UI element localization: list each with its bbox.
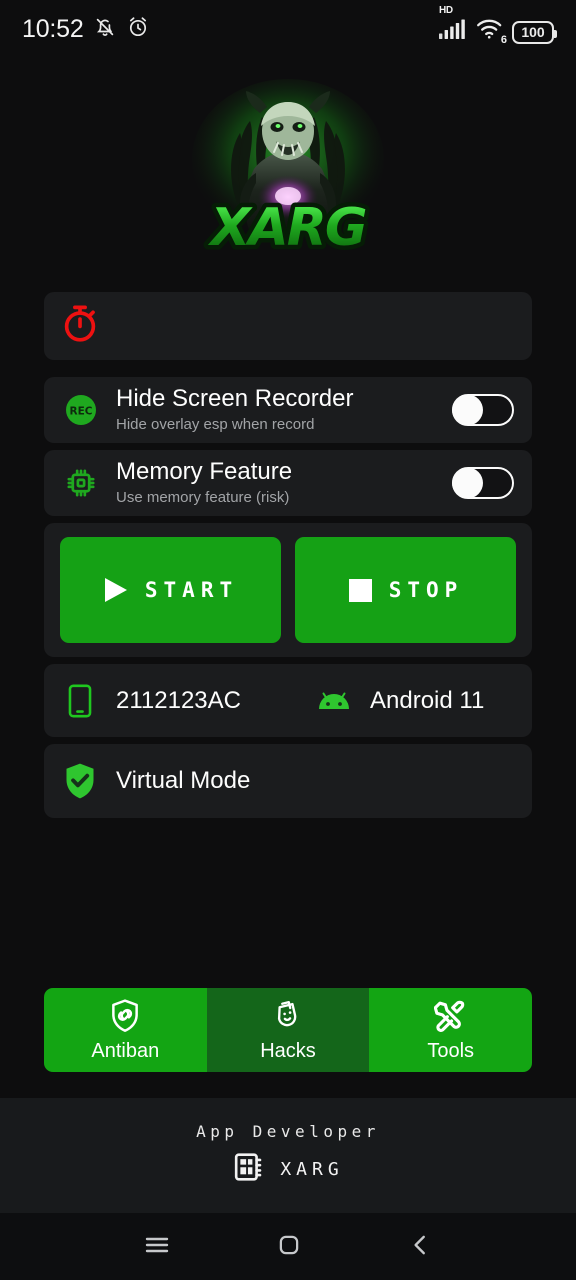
status-bar: 10:52 HD 6 100	[0, 0, 576, 58]
row-subtitle: Use memory feature (risk)	[116, 488, 290, 506]
developer-credit: XARG	[232, 1150, 343, 1189]
bottom-tab-bar: Antiban Hacks Tools	[44, 988, 532, 1072]
bell-muted-icon	[93, 15, 117, 44]
stop-square-icon	[348, 578, 373, 603]
status-bar-right: HD 6 100	[439, 5, 557, 46]
hide-screen-recorder-row[interactable]: REC Hide Screen Recorder Hide overlay es…	[44, 377, 532, 443]
action-buttons-card: START STOP	[44, 523, 532, 657]
device-os-cell: Android 11	[314, 687, 484, 715]
toggle-knob	[452, 394, 483, 426]
battery-percent-label: 100	[521, 24, 545, 40]
tab-tools[interactable]: Tools	[369, 988, 532, 1072]
play-icon	[103, 576, 129, 604]
tab-antiban[interactable]: Antiban	[44, 988, 207, 1072]
shield-link-icon	[108, 998, 142, 1037]
svg-text:XARG: XARG	[207, 198, 365, 258]
app-screen: 10:52 HD 6 100 XARG XARG REC Hide Screen…	[0, 0, 576, 1280]
row-title: Memory Feature	[116, 457, 293, 485]
device-model-cell: 2112123AC	[60, 683, 314, 719]
rounded-square-icon	[274, 1230, 304, 1263]
home-button[interactable]	[266, 1222, 312, 1271]
svg-text:REC: REC	[70, 406, 93, 418]
virtual-mode-label: Virtual Mode	[116, 767, 251, 794]
toggle-knob	[452, 467, 483, 499]
timer-card	[44, 292, 532, 360]
start-button-label: START	[144, 577, 239, 602]
back-button[interactable]	[397, 1222, 443, 1271]
alarm-clock-icon	[126, 15, 150, 44]
start-button[interactable]: START	[60, 537, 281, 643]
wifi-generation-label: 6	[500, 33, 507, 46]
android-nav-bar	[0, 1213, 576, 1280]
stopwatch-icon	[58, 302, 102, 351]
memory-feature-toggle[interactable]	[452, 467, 514, 499]
footer: App Developer XARG	[0, 1098, 576, 1213]
device-info-card: 2112123AC Android 11	[44, 664, 532, 737]
hamburger-icon	[141, 1229, 173, 1264]
developer-name: XARG	[280, 1159, 344, 1180]
xarg-monster-logo-icon: XARG XARG	[188, 77, 388, 263]
hide-screen-recorder-toggle[interactable]	[452, 394, 514, 426]
wifi-icon: 6	[476, 18, 507, 46]
shield-check-icon	[60, 761, 100, 801]
wrench-screwdriver-icon	[433, 998, 468, 1037]
tab-label: Antiban	[91, 1040, 160, 1062]
tab-label: Hacks	[260, 1040, 316, 1062]
status-clock: 10:52	[22, 14, 84, 43]
stop-button-label: STOP	[388, 577, 464, 602]
row-title: Hide Screen Recorder	[116, 384, 354, 412]
cpu-chip-icon	[60, 466, 102, 500]
hd-label: HD	[439, 4, 453, 16]
device-os-label: Android 11	[370, 686, 485, 714]
android-robot-icon	[314, 688, 354, 714]
row-subtitle: Hide overlay esp when record	[116, 415, 315, 433]
tab-label: Tools	[427, 1040, 475, 1062]
status-bar-left: 10:52	[22, 15, 150, 44]
chip-grid-icon	[232, 1150, 266, 1189]
battery-icon: 100	[512, 20, 557, 44]
recents-button[interactable]	[133, 1221, 181, 1272]
stop-button[interactable]: STOP	[295, 537, 516, 643]
virtual-mode-cell: Virtual Mode	[60, 761, 250, 801]
theater-masks-icon	[271, 998, 305, 1037]
footer-title: App Developer	[196, 1122, 380, 1141]
memory-feature-row[interactable]: Memory Feature Use memory feature (risk)	[44, 450, 532, 516]
chevron-left-icon	[405, 1230, 435, 1263]
signal-bars-icon: HD	[439, 5, 467, 44]
tab-hacks[interactable]: Hacks	[206, 988, 370, 1072]
rec-badge-icon: REC	[60, 392, 102, 428]
device-model-label: 2112123AC	[116, 686, 241, 714]
virtual-mode-card: Virtual Mode	[44, 744, 532, 818]
app-logo: XARG XARG	[0, 62, 576, 277]
smartphone-icon	[60, 683, 100, 719]
